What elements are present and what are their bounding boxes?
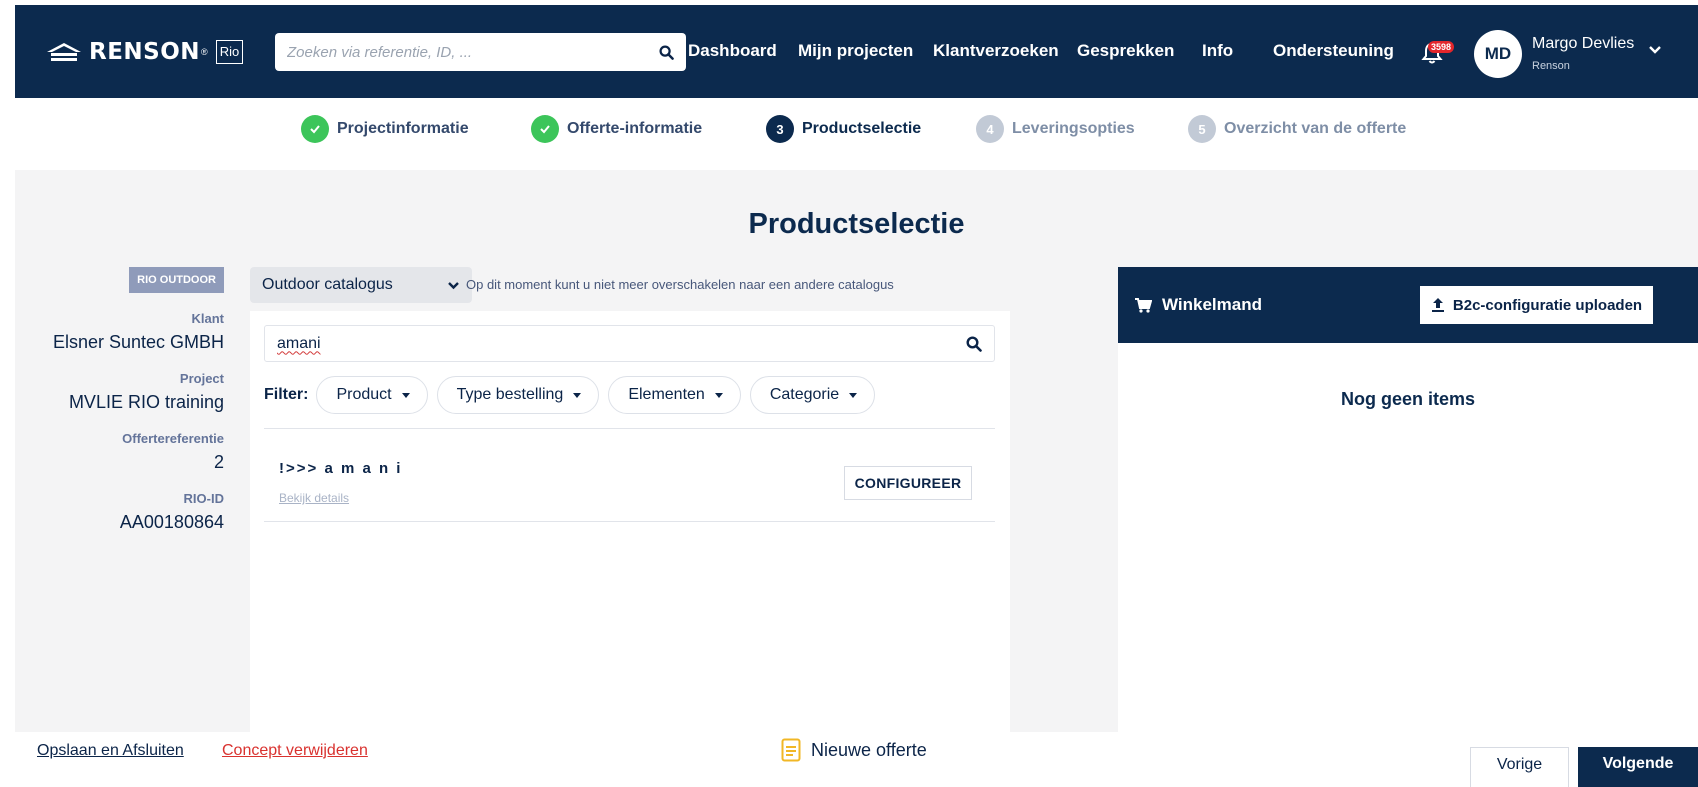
nav-info[interactable]: Info	[1202, 41, 1233, 61]
step-leveringsopties[interactable]: 4 Leveringsopties	[976, 115, 1135, 143]
filter-chip-label: Type bestelling	[456, 386, 564, 403]
chevron-down-icon[interactable]	[1648, 45, 1662, 55]
upload-icon	[1431, 298, 1444, 312]
quote-status: Nieuwe offerte	[781, 738, 927, 762]
project-summary: RIO OUTDOOR Klant Elsner Suntec GMBH Pro…	[15, 267, 224, 533]
document-icon	[781, 738, 801, 762]
filter-bar: Filter: Product Type bestelling Elemente…	[264, 376, 884, 414]
step-offerte-informatie[interactable]: Offerte-informatie	[531, 115, 702, 143]
catalog-tag: RIO OUTDOOR	[129, 267, 224, 293]
shopping-cart-icon	[1135, 298, 1152, 313]
app-frame: RENSON ® Rio Dashboard Mijn projecten Kl…	[15, 5, 1698, 732]
step-productselectie[interactable]: 3 Productselectie	[766, 115, 921, 143]
step-number: 5	[1188, 115, 1216, 143]
filter-chip-label: Elementen	[628, 386, 705, 403]
klant-label: Klant	[191, 311, 225, 326]
divider	[264, 521, 995, 522]
project-value: MVLIE RIO training	[68, 392, 224, 412]
search-icon[interactable]	[966, 335, 982, 352]
previous-button[interactable]: Vorige	[1470, 747, 1569, 787]
step-overzicht[interactable]: 5 Overzicht van de offerte	[1188, 115, 1406, 143]
caret-down-icon	[573, 392, 582, 398]
check-icon	[301, 115, 329, 143]
user-organisation: Renson	[1532, 60, 1570, 72]
cart-header: Winkelmand B2c-configuratie uploaden	[1118, 267, 1698, 343]
logo-rio-badge: Rio	[215, 40, 244, 64]
avatar[interactable]: MD	[1474, 30, 1522, 78]
step-label: Productselectie	[802, 120, 922, 137]
caret-down-icon	[849, 392, 858, 398]
filter-elementen[interactable]: Elementen	[608, 376, 741, 414]
catalog-select-value: Outdoor catalogus	[262, 276, 393, 293]
nav-ondersteuning[interactable]: Ondersteuning	[1273, 41, 1394, 61]
logo-wordmark: RENSON	[89, 39, 201, 65]
notification-badge: 3598	[1428, 41, 1455, 53]
user-name[interactable]: Margo Devlies	[1532, 35, 1634, 53]
product-search-input[interactable]: amani	[277, 335, 966, 353]
filter-categorie[interactable]: Categorie	[749, 376, 876, 414]
footer-bar: Opslaan en Afsluiten Concept verwijderen…	[0, 732, 1698, 787]
registered-mark: ®	[201, 47, 208, 57]
step-projectinformatie[interactable]: Projectinformatie	[301, 115, 469, 143]
view-details-link[interactable]: Bekijk details	[279, 491, 349, 505]
caret-down-icon	[401, 392, 410, 398]
next-button[interactable]: Volgende	[1578, 747, 1698, 787]
renson-house-icon	[47, 43, 81, 61]
divider	[264, 428, 995, 429]
step-label: Offerte-informatie	[567, 120, 703, 137]
nav-dashboard[interactable]: Dashboard	[688, 41, 777, 61]
top-navigation-bar: RENSON ® Rio Dashboard Mijn projecten Kl…	[15, 5, 1698, 98]
cart-empty-message: Nog geen items	[1340, 389, 1476, 409]
step-label: Leveringsopties	[1012, 120, 1135, 137]
filter-label: Filter:	[264, 386, 309, 403]
nav-mijn-projecten[interactable]: Mijn projecten	[798, 41, 913, 61]
project-label: Project	[179, 371, 224, 386]
filter-type-bestelling[interactable]: Type bestelling	[436, 376, 600, 414]
step-number: 3	[766, 115, 794, 143]
klant-value: Elsner Suntec GMBH	[52, 332, 224, 352]
nav-gesprekken[interactable]: Gesprekken	[1077, 41, 1174, 61]
global-search[interactable]	[275, 33, 686, 71]
quote-status-label: Nieuwe offerte	[811, 739, 927, 760]
check-icon	[531, 115, 559, 143]
step-label: Projectinformatie	[337, 120, 469, 137]
global-search-input[interactable]	[287, 43, 659, 61]
search-icon[interactable]	[659, 44, 674, 60]
nav-klantverzoeken[interactable]: Klantverzoeken	[933, 41, 1059, 61]
upload-label: B2c-configuratie uploaden	[1452, 296, 1643, 314]
filter-chip-label: Categorie	[769, 386, 840, 403]
cart-panel: Winkelmand B2c-configuratie uploaden Nog…	[1118, 267, 1698, 732]
cart-title: Winkelmand	[1134, 295, 1262, 315]
b2c-upload-button[interactable]: B2c-configuratie uploaden	[1420, 286, 1653, 324]
product-search[interactable]: amani	[264, 325, 995, 362]
product-title: !>>> a m a n i	[279, 460, 403, 477]
step-label: Overzicht van de offerte	[1224, 120, 1407, 137]
catalog-note: Op dit moment kunt u niet meer overschak…	[466, 277, 894, 292]
filter-chip-label: Product	[336, 386, 392, 403]
chevron-down-icon	[448, 281, 459, 289]
offertereferentie-label: Offertereferentie	[122, 431, 224, 446]
cart-title-text: Winkelmand	[1162, 295, 1262, 314]
catalog-select[interactable]: Outdoor catalogus	[250, 267, 472, 303]
offertereferentie-value: 2	[213, 452, 224, 472]
wizard-steps: Projectinformatie Offerte-informatie 3 P…	[15, 98, 1698, 170]
step-number: 4	[976, 115, 1004, 143]
rio-id-label: RIO-ID	[183, 491, 224, 506]
renson-logo[interactable]: RENSON ® Rio	[45, 39, 244, 65]
page-title: Productselectie	[748, 208, 965, 240]
product-panel: amani Filter: Product Type bestelling El…	[250, 311, 1010, 732]
rio-id-value: AA00180864	[119, 512, 224, 532]
caret-down-icon	[714, 392, 723, 398]
configure-button[interactable]: CONFIGUREER	[844, 466, 972, 500]
save-and-close-link[interactable]: Opslaan en Afsluiten	[37, 742, 184, 760]
filter-product[interactable]: Product	[316, 376, 428, 414]
delete-concept-link[interactable]: Concept verwijderen	[222, 742, 368, 760]
